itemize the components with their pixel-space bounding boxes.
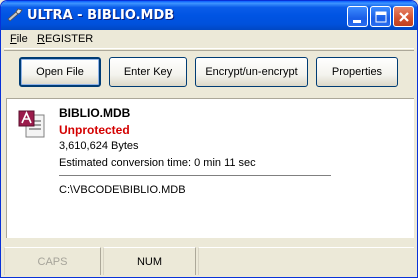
access-database-icon: [17, 109, 47, 139]
window-title: ULTRA - BIBLIO.MDB: [27, 8, 175, 23]
maximize-icon: [375, 11, 387, 23]
menu-bar: File REGISTER: [4, 30, 414, 49]
menu-register-label: EGISTER: [44, 33, 94, 45]
file-path: C:\VBCODE\BIBLIO.MDB: [59, 184, 186, 196]
minimize-button[interactable]: [347, 6, 368, 27]
menu-file[interactable]: File: [10, 33, 28, 45]
menu-file-label: ile: [16, 33, 28, 45]
minimize-icon: [353, 20, 361, 23]
menu-register[interactable]: REGISTER: [37, 33, 93, 45]
menu-register-accel: R: [37, 33, 45, 45]
menu-file-accel: F: [10, 33, 17, 45]
file-name: BIBLIO.MDB: [59, 106, 131, 120]
caps-indicator: CAPS: [4, 247, 101, 275]
close-button[interactable]: [393, 6, 414, 27]
app-wrench-icon[interactable]: [7, 8, 23, 22]
main-window: ULTRA - BIBLIO.MDB File REGISTER Open Fi…: [0, 0, 418, 278]
title-bar[interactable]: ULTRA - BIBLIO.MDB: [1, 1, 417, 30]
encrypt-button[interactable]: Encrypt/un-encrypt: [195, 57, 308, 87]
menu-divider: [4, 50, 414, 51]
file-size: 3,610,624 Bytes: [59, 140, 139, 152]
info-divider: [59, 175, 331, 176]
protection-status: Unprotected: [59, 123, 130, 137]
status-message-panel: [198, 247, 414, 275]
close-icon: [399, 12, 409, 22]
num-indicator: NUM: [103, 247, 196, 275]
maximize-button[interactable]: [370, 6, 391, 27]
enter-key-button[interactable]: Enter Key: [109, 57, 187, 87]
file-info-panel: BIBLIO.MDB Unprotected 3,610,624 Bytes E…: [6, 98, 414, 238]
properties-button[interactable]: Properties: [316, 57, 398, 87]
conversion-time: Estimated conversion time: 0 min 11 sec: [59, 157, 256, 169]
open-file-button[interactable]: Open File: [19, 57, 101, 87]
status-bar: CAPS NUM: [4, 247, 414, 277]
